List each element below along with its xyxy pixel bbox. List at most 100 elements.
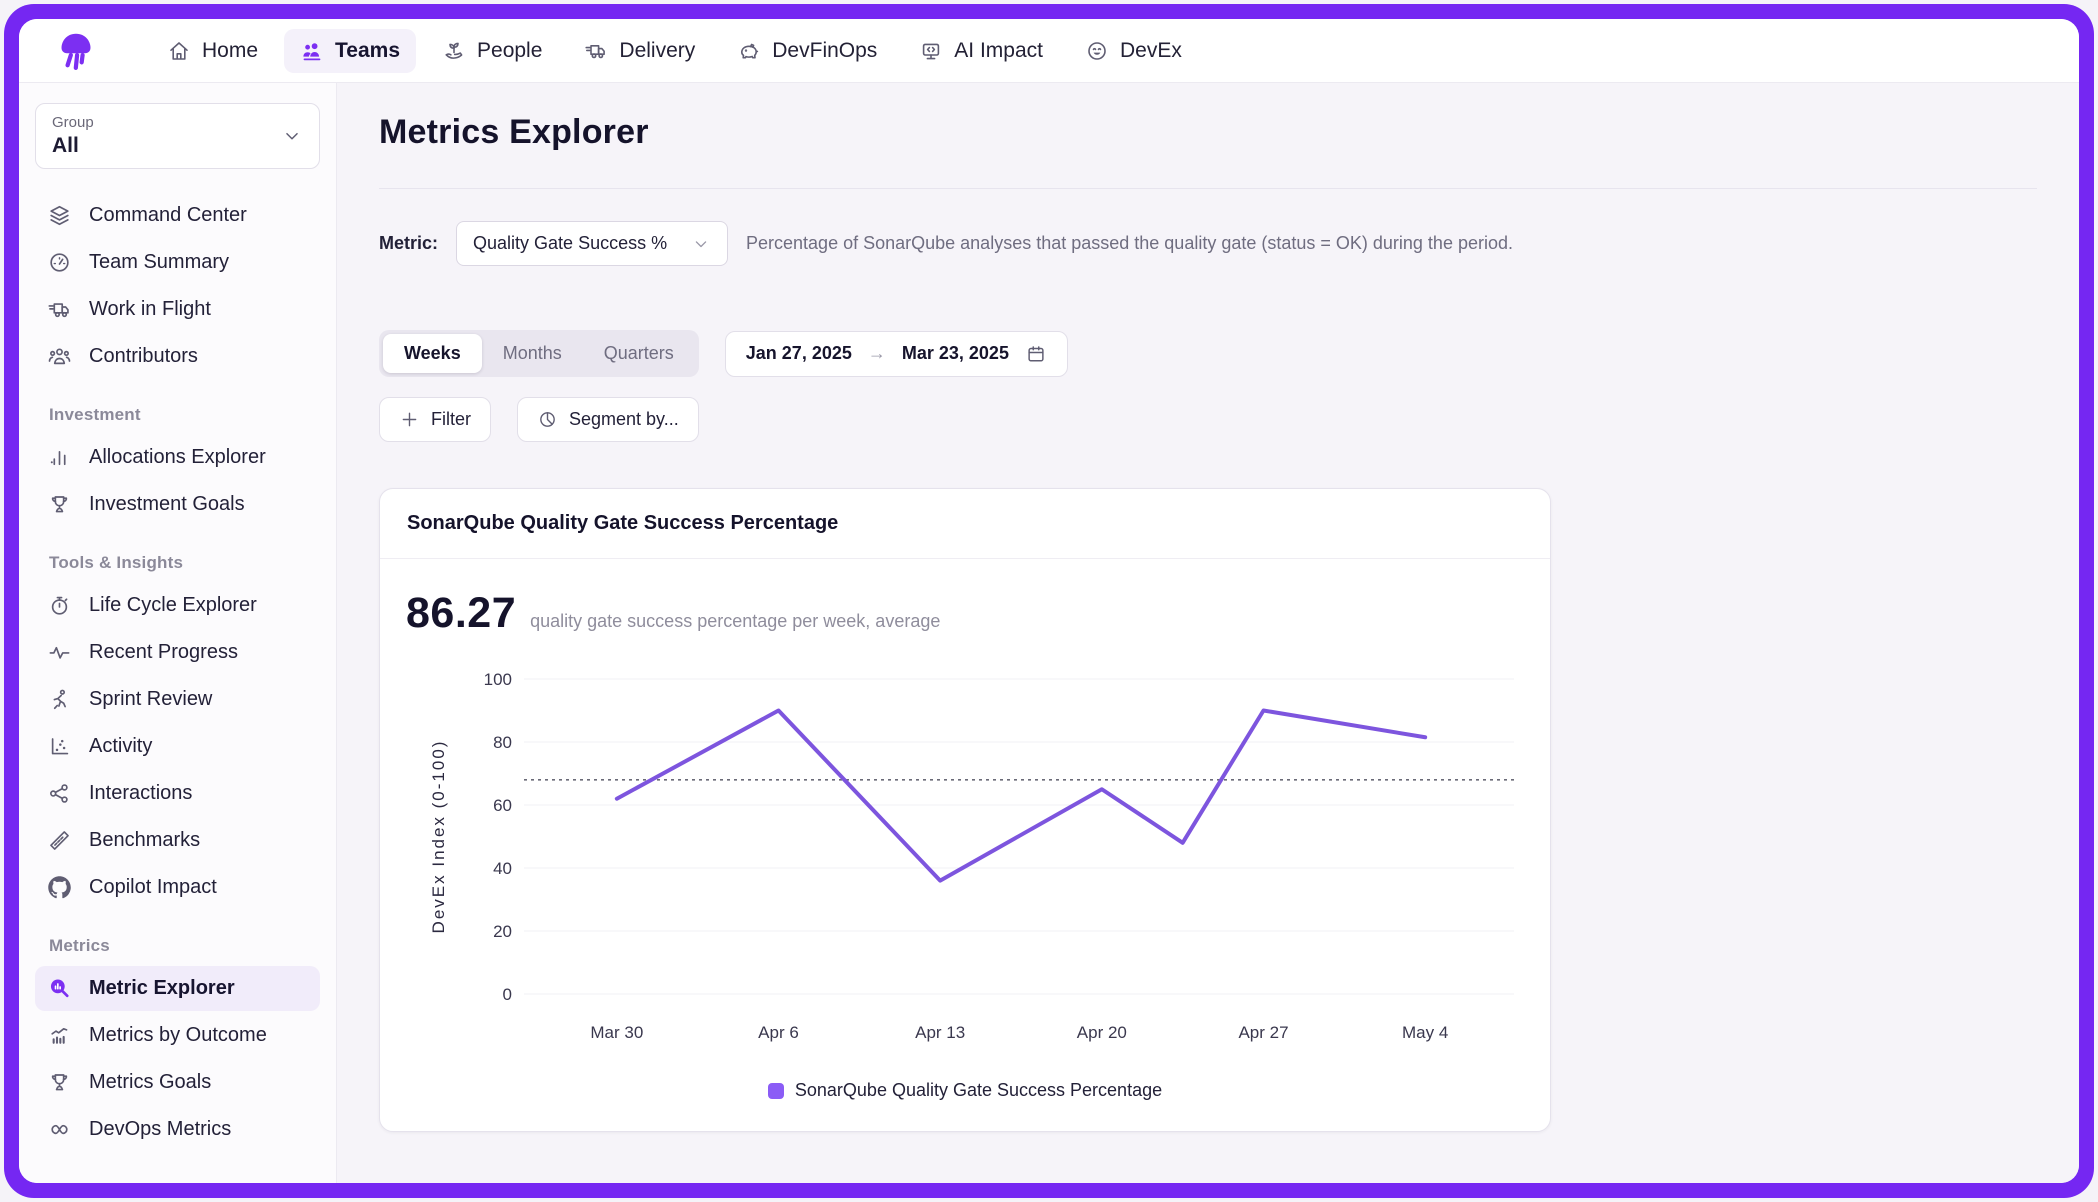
sprout-hand-icon: [442, 39, 466, 63]
jellyfish-logo[interactable]: [53, 28, 99, 74]
window-frame: Home Teams: [4, 4, 2094, 1198]
legend-swatch: [768, 1083, 784, 1099]
metric-picker-row: Metric: Quality Gate Success % Percentag…: [379, 221, 2037, 266]
metric-select[interactable]: Quality Gate Success %: [456, 221, 728, 266]
sidebar-menu: Command Center Team Summary Work in Flig…: [35, 193, 320, 1152]
nav-item-home[interactable]: Home: [151, 29, 274, 73]
monitor-code-icon: [919, 39, 943, 63]
sidebar-item-interactions[interactable]: Interactions: [35, 771, 320, 816]
sidebar-item-work-in-flight[interactable]: Work in Flight: [35, 287, 320, 332]
sidebar-item-label: Allocations Explorer: [89, 446, 266, 469]
nav-item-label: Delivery: [619, 39, 695, 63]
tab-quarters[interactable]: Quarters: [583, 334, 695, 373]
sidebar-item-metrics-by-outcome[interactable]: Metrics by Outcome: [35, 1013, 320, 1058]
filter-button[interactable]: Filter: [379, 397, 491, 442]
sidebar-item-sprint-review[interactable]: Sprint Review: [35, 677, 320, 722]
y-tick-label: 80: [493, 733, 512, 752]
chevron-down-icon: [691, 234, 711, 254]
pie-chart-icon: [537, 409, 558, 430]
x-tick-label: Apr 6: [758, 1023, 799, 1042]
sidebar-item-life-cycle-explorer[interactable]: Life Cycle Explorer: [35, 583, 320, 628]
sidebar-item-team-summary[interactable]: Team Summary: [35, 240, 320, 285]
sidebar-item-label: Metrics Goals: [89, 1071, 211, 1094]
sidebar-section-metrics: Metrics: [49, 936, 320, 956]
controls-row: Weeks Months Quarters Jan 27, 2025 → Mar…: [379, 330, 2037, 377]
sidebar-item-label: Investment Goals: [89, 493, 245, 516]
chart-card-body: 86.27 quality gate success percentage pe…: [380, 559, 1550, 1131]
x-tick-label: May 4: [1402, 1023, 1448, 1042]
sidebar-item-devops-metrics[interactable]: DevOps Metrics: [35, 1107, 320, 1152]
y-axis-title: DevEx Index (0-100): [429, 740, 448, 934]
sidebar-item-label: Activity: [89, 735, 152, 758]
nav-item-devfinops[interactable]: DevFinOps: [721, 29, 893, 73]
sidebar-item-allocations-explorer[interactable]: Allocations Explorer: [35, 435, 320, 480]
sidebar-item-copilot-impact[interactable]: Copilot Impact: [35, 865, 320, 910]
sidebar-item-recent-progress[interactable]: Recent Progress: [35, 630, 320, 675]
nav-item-label: Home: [202, 39, 258, 63]
nav-item-devex[interactable]: DevEx: [1069, 29, 1198, 73]
teams-icon: [300, 39, 324, 63]
truck-icon: [47, 297, 72, 322]
line-chart-svg: 020406080100Mar 30Apr 6Apr 13Apr 20Apr 2…: [406, 644, 1526, 1069]
stat-row: 86.27 quality gate success percentage pe…: [406, 589, 1524, 638]
sidebar-item-contributors[interactable]: Contributors: [35, 334, 320, 379]
y-tick-label: 60: [493, 796, 512, 815]
sidebar-item-benchmarks[interactable]: Benchmarks: [35, 818, 320, 863]
layers-icon: [47, 203, 72, 228]
infinity-icon: [47, 1117, 72, 1142]
sidebar-item-label: Benchmarks: [89, 829, 200, 852]
sidebar-item-activity[interactable]: Activity: [35, 724, 320, 769]
nav-item-label: AI Impact: [954, 39, 1043, 63]
chart-card: SonarQube Quality Gate Success Percentag…: [379, 488, 1551, 1132]
sidebar-item-command-center[interactable]: Command Center: [35, 193, 320, 238]
runner-icon: [47, 687, 72, 712]
sidebar-item-label: Metric Explorer: [89, 977, 235, 1000]
date-range-picker[interactable]: Jan 27, 2025 → Mar 23, 2025: [725, 331, 1068, 377]
nav-item-delivery[interactable]: Delivery: [568, 29, 711, 73]
sidebar-item-label: Recent Progress: [89, 641, 238, 664]
series-line: [617, 711, 1425, 881]
metric-description: Percentage of SonarQube analyses that pa…: [746, 233, 1513, 254]
line-chart: 020406080100Mar 30Apr 6Apr 13Apr 20Apr 2…: [406, 644, 1524, 1074]
group-selector-label: Group: [52, 114, 94, 131]
app-window: Home Teams: [19, 19, 2079, 1183]
nav-item-label: People: [477, 39, 542, 63]
title-divider: [379, 188, 2037, 189]
metric-label: Metric:: [379, 233, 438, 254]
tab-months[interactable]: Months: [482, 334, 583, 373]
chart-card-title: SonarQube Quality Gate Success Percentag…: [407, 512, 1523, 535]
group-selector-value: All: [52, 134, 94, 158]
sidebar-item-investment-goals[interactable]: Investment Goals: [35, 482, 320, 527]
sidebar-item-label: DevOps Metrics: [89, 1118, 231, 1141]
y-tick-label: 100: [484, 670, 512, 689]
nav-item-people[interactable]: People: [426, 29, 558, 73]
x-tick-label: Mar 30: [590, 1023, 643, 1042]
nav-item-ai-impact[interactable]: AI Impact: [903, 29, 1059, 73]
smiley-icon: [1085, 39, 1109, 63]
sidebar-section-investment: Investment: [49, 405, 320, 425]
x-tick-label: Apr 27: [1238, 1023, 1288, 1042]
main-content: Metrics Explorer Metric: Quality Gate Su…: [337, 83, 2079, 1183]
sidebar-item-metric-explorer[interactable]: Metric Explorer: [35, 966, 320, 1011]
stat-caption: quality gate success percentage per week…: [530, 611, 940, 632]
chart-card-header: SonarQube Quality Gate Success Percentag…: [380, 489, 1550, 559]
nav-item-label: DevEx: [1120, 39, 1182, 63]
group-selector[interactable]: Group All: [35, 103, 320, 169]
gauge-icon: [47, 250, 72, 275]
date-range-end: Mar 23, 2025: [902, 343, 1009, 364]
segment-by-button-label: Segment by...: [569, 409, 679, 430]
nav-item-teams[interactable]: Teams: [284, 29, 416, 73]
trophy-icon: [47, 1070, 72, 1095]
metric-select-value: Quality Gate Success %: [473, 233, 667, 254]
chart-legend[interactable]: SonarQube Quality Gate Success Percentag…: [406, 1074, 1524, 1117]
top-nav: Home Teams: [19, 19, 2079, 83]
stat-value: 86.27: [406, 589, 516, 638]
chevron-down-icon: [281, 125, 303, 147]
y-tick-label: 0: [503, 985, 512, 1004]
sidebar-item-label: Life Cycle Explorer: [89, 594, 257, 617]
sidebar-item-metrics-goals[interactable]: Metrics Goals: [35, 1060, 320, 1105]
plus-icon: [399, 409, 420, 430]
pulse-icon: [47, 640, 72, 665]
segment-by-button[interactable]: Segment by...: [517, 397, 699, 442]
tab-weeks[interactable]: Weeks: [383, 334, 482, 373]
